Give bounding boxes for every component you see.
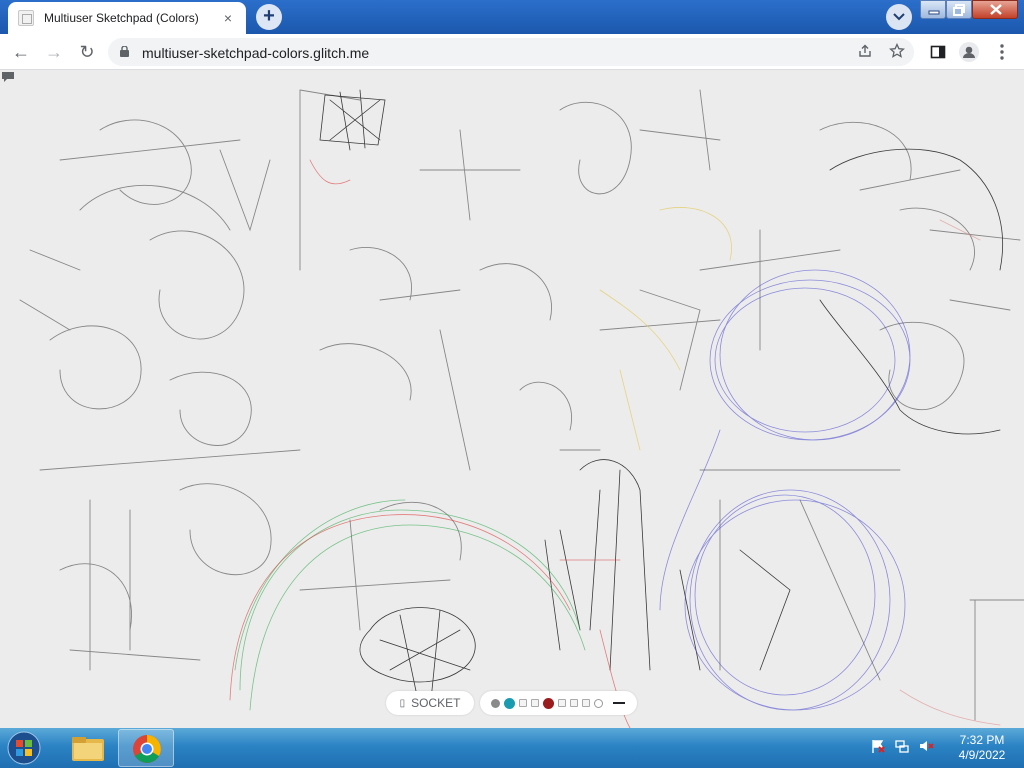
browser-toolbar: ← → ↻ multiuser-sketchpad-colors.glitch.… xyxy=(0,34,1024,70)
system-tray xyxy=(870,738,934,754)
kebab-menu-icon[interactable] xyxy=(992,42,1012,62)
minimize-icon xyxy=(928,10,940,15)
drawing-strokes xyxy=(19,89,1024,728)
color-swatch-light-square-3[interactable] xyxy=(558,699,566,707)
color-swatch-light-square-4[interactable] xyxy=(570,699,578,707)
chevron-down-icon xyxy=(893,13,905,21)
chat-bubble-icon[interactable] xyxy=(0,70,16,84)
action-center-flag-icon[interactable] xyxy=(870,738,886,754)
color-swatch-light-square-1[interactable] xyxy=(519,699,527,707)
color-swatch-teal[interactable] xyxy=(504,697,515,709)
bookmark-star-icon[interactable] xyxy=(888,42,906,61)
windows-taskbar: 7:32 PM 4/9/2022 xyxy=(0,728,1024,768)
volume-muted-icon[interactable] xyxy=(918,738,934,754)
color-swatch-white[interactable] xyxy=(594,698,603,708)
stroke-width-icon[interactable] xyxy=(613,702,625,704)
new-tab-button[interactable]: + xyxy=(256,4,282,30)
connection-status[interactable]: ▯ SOCKET xyxy=(386,691,474,715)
maximize-button[interactable] xyxy=(946,0,972,19)
color-swatch-gray[interactable] xyxy=(491,698,500,708)
restore-icon xyxy=(953,4,965,16)
color-palette xyxy=(480,691,637,715)
profile-avatar-icon[interactable] xyxy=(959,42,979,62)
side-panel-icon[interactable] xyxy=(928,42,948,62)
windows-logo-icon xyxy=(7,731,41,765)
color-swatch-dark-red[interactable] xyxy=(543,697,554,709)
tab-search-button[interactable] xyxy=(886,4,912,30)
page-favicon-icon xyxy=(18,10,34,26)
chrome-icon xyxy=(133,735,161,763)
browser-tab[interactable]: Multiuser Sketchpad (Colors) × xyxy=(8,2,246,34)
lock-icon xyxy=(120,46,129,57)
connection-label: SOCKET xyxy=(411,696,461,710)
bolt-icon: ▯ xyxy=(399,697,406,709)
minimize-button[interactable] xyxy=(920,0,946,19)
clock-time: 7:32 PM xyxy=(959,733,1005,747)
back-button[interactable]: ← xyxy=(9,40,33,64)
close-icon xyxy=(990,4,1002,15)
taskbar-explorer[interactable] xyxy=(60,729,116,767)
share-icon[interactable] xyxy=(856,43,874,61)
window-controls xyxy=(920,0,1018,20)
reload-button[interactable]: ↻ xyxy=(75,40,99,64)
network-icon[interactable] xyxy=(894,738,910,754)
browser-titlebar: Multiuser Sketchpad (Colors) × + xyxy=(0,0,1024,34)
color-swatch-light-square-5[interactable] xyxy=(582,699,590,707)
start-button[interactable] xyxy=(4,729,44,767)
close-window-button[interactable] xyxy=(972,0,1018,19)
tab-close-icon[interactable]: × xyxy=(220,10,236,26)
sketch-canvas[interactable]: ▯ SOCKET xyxy=(0,70,1024,728)
folder-icon xyxy=(72,737,104,761)
tab-title: Multiuser Sketchpad (Colors) xyxy=(44,11,199,25)
url-text[interactable]: multiuser-sketchpad-colors.glitch.me xyxy=(142,45,369,61)
address-bar[interactable]: multiuser-sketchpad-colors.glitch.me xyxy=(108,38,914,66)
forward-button[interactable]: → xyxy=(42,40,66,64)
color-swatch-light-square-2[interactable] xyxy=(531,699,539,707)
taskbar-chrome[interactable] xyxy=(118,729,174,767)
taskbar-clock[interactable]: 7:32 PM 4/9/2022 xyxy=(952,733,1012,763)
clock-date: 4/9/2022 xyxy=(958,748,1006,762)
